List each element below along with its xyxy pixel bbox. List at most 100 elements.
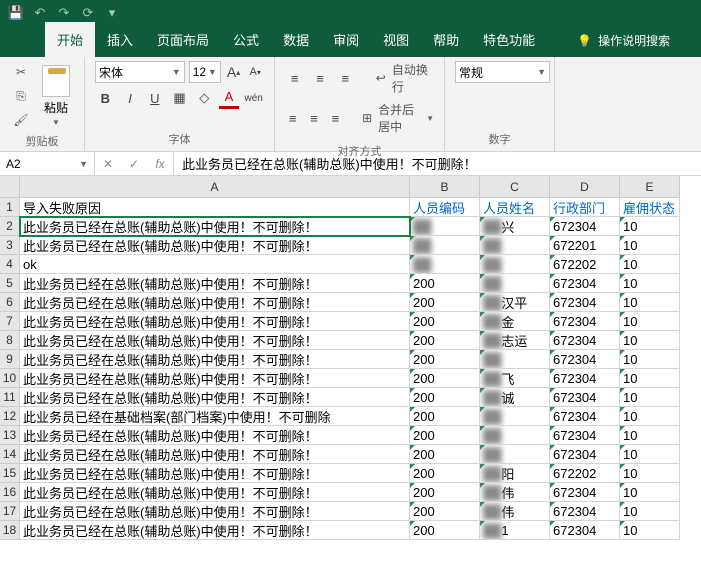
cell[interactable]: 672304: [550, 502, 620, 521]
tab-special[interactable]: 特色功能: [471, 22, 547, 57]
merge-center-button[interactable]: 合并后居中: [378, 101, 420, 135]
cell[interactable]: 200: [410, 521, 480, 540]
row-header[interactable]: 12: [0, 407, 19, 426]
cell[interactable]: 672304: [550, 426, 620, 445]
format-painter-button[interactable]: 🖌: [10, 109, 32, 131]
cell[interactable]: 行政部门: [550, 198, 620, 217]
cell[interactable]: 200: [410, 350, 480, 369]
row-header[interactable]: 14: [0, 445, 19, 464]
italic-button[interactable]: I: [120, 87, 141, 109]
cell[interactable]: 10: [620, 350, 680, 369]
font-size-combo[interactable]: 12 ▼: [189, 61, 221, 83]
col-header-C[interactable]: C: [480, 176, 550, 197]
cell[interactable]: 200: [410, 274, 480, 293]
cell[interactable]: ██伟: [480, 502, 550, 521]
cell[interactable]: 此业务员已经在总账(辅助总账)中使用！不可删除！: [20, 502, 410, 521]
col-header-B[interactable]: B: [410, 176, 480, 197]
col-header-D[interactable]: D: [550, 176, 620, 197]
cell[interactable]: 200: [410, 369, 480, 388]
cell[interactable]: 此业务员已经在总账(辅助总账)中使用！不可删除！: [20, 369, 410, 388]
cell[interactable]: 200: [410, 293, 480, 312]
row-header[interactable]: 9: [0, 350, 19, 369]
cell[interactable]: 10: [620, 502, 680, 521]
cell[interactable]: 200: [410, 331, 480, 350]
row-header[interactable]: 10: [0, 369, 19, 388]
cell[interactable]: 10: [620, 483, 680, 502]
cell[interactable]: ██兴: [480, 217, 550, 236]
cell[interactable]: ██: [480, 426, 550, 445]
select-all-corner[interactable]: [0, 176, 20, 198]
cell[interactable]: 雇佣状态: [620, 198, 680, 217]
grow-font-button[interactable]: A▴: [225, 61, 243, 83]
save-icon[interactable]: 💾: [8, 5, 24, 21]
cell[interactable]: 此业务员已经在总账(辅助总账)中使用！不可删除！: [20, 426, 410, 445]
font-name-combo[interactable]: 宋体 ▼: [95, 61, 185, 83]
fill-color-button[interactable]: ◇: [194, 87, 215, 109]
row-header[interactable]: 1: [0, 198, 19, 217]
col-header-E[interactable]: E: [620, 176, 680, 197]
cell[interactable]: 此业务员已经在总账(辅助总账)中使用！不可删除！: [20, 445, 410, 464]
cell[interactable]: 672304: [550, 274, 620, 293]
cell[interactable]: 此业务员已经在总账(辅助总账)中使用！不可删除！: [20, 350, 410, 369]
cell[interactable]: 10: [620, 293, 680, 312]
tell-me-search[interactable]: 💡 操作说明搜索: [567, 24, 680, 57]
cell[interactable]: 人员姓名: [480, 198, 550, 217]
cell[interactable]: 此业务员已经在总账(辅助总账)中使用！不可删除！: [20, 388, 410, 407]
cell[interactable]: 672202: [550, 464, 620, 483]
cell[interactable]: 此业务员已经在总账(辅助总账)中使用！不可删除！: [20, 521, 410, 540]
cell[interactable]: 672304: [550, 388, 620, 407]
cell[interactable]: ok: [20, 255, 410, 274]
align-bottom-button[interactable]: ≡: [336, 67, 355, 89]
cell[interactable]: 200: [410, 407, 480, 426]
cut-button[interactable]: ✂: [10, 61, 32, 83]
cell[interactable]: 10: [620, 445, 680, 464]
refresh-icon[interactable]: ⟳: [80, 5, 96, 21]
cell[interactable]: 10: [620, 388, 680, 407]
cell[interactable]: 672304: [550, 407, 620, 426]
align-center-button[interactable]: ≡: [306, 107, 321, 129]
border-button[interactable]: ▦: [169, 87, 190, 109]
row-header[interactable]: 5: [0, 274, 19, 293]
cell[interactable]: ██: [480, 350, 550, 369]
cell[interactable]: 此业务员已经在总账(辅助总账)中使用！不可删除！: [20, 312, 410, 331]
row-header[interactable]: 7: [0, 312, 19, 331]
cell[interactable]: 此业务员已经在总账(辅助总账)中使用！不可删除！: [20, 331, 410, 350]
paste-button[interactable]: 粘贴 ▼: [38, 61, 74, 131]
cell[interactable]: 10: [620, 521, 680, 540]
shrink-font-button[interactable]: A▾: [246, 61, 264, 83]
cell[interactable]: 200: [410, 464, 480, 483]
bold-button[interactable]: B: [95, 87, 116, 109]
cell[interactable]: 200: [410, 483, 480, 502]
align-middle-button[interactable]: ≡: [310, 67, 329, 89]
wrap-text-button[interactable]: 自动换行: [392, 61, 434, 95]
cell[interactable]: 200: [410, 445, 480, 464]
row-header[interactable]: 17: [0, 502, 19, 521]
cell[interactable]: ██诚: [480, 388, 550, 407]
cell[interactable]: 672202: [550, 255, 620, 274]
font-color-button[interactable]: A: [219, 87, 240, 109]
cell[interactable]: 10: [620, 255, 680, 274]
cell[interactable]: 672304: [550, 217, 620, 236]
cell[interactable]: 10: [620, 312, 680, 331]
cell[interactable]: 10: [620, 331, 680, 350]
col-header-A[interactable]: A: [20, 176, 410, 197]
cell[interactable]: 10: [620, 236, 680, 255]
cell[interactable]: 200: [410, 502, 480, 521]
row-header[interactable]: 6: [0, 293, 19, 312]
cell[interactable]: 此业务员已经在总账(辅助总账)中使用！不可删除！: [20, 483, 410, 502]
cell[interactable]: ██: [480, 407, 550, 426]
cell[interactable]: ██1: [480, 521, 550, 540]
tab-data[interactable]: 数据: [271, 22, 321, 57]
cell[interactable]: ██: [410, 236, 480, 255]
cell[interactable]: ██: [410, 217, 480, 236]
cell[interactable]: 导入失败原因: [20, 198, 410, 217]
redo-icon[interactable]: ↷: [56, 5, 72, 21]
cell[interactable]: 人员编码: [410, 198, 480, 217]
cell[interactable]: 此业务员已经在总账(辅助总账)中使用！不可删除！: [20, 236, 410, 255]
cell[interactable]: 672304: [550, 350, 620, 369]
tab-home[interactable]: 开始: [45, 22, 95, 57]
tab-formula[interactable]: 公式: [221, 22, 271, 57]
tab-layout[interactable]: 页面布局: [145, 22, 221, 57]
fx-button[interactable]: fx: [147, 152, 173, 176]
row-header[interactable]: 15: [0, 464, 19, 483]
